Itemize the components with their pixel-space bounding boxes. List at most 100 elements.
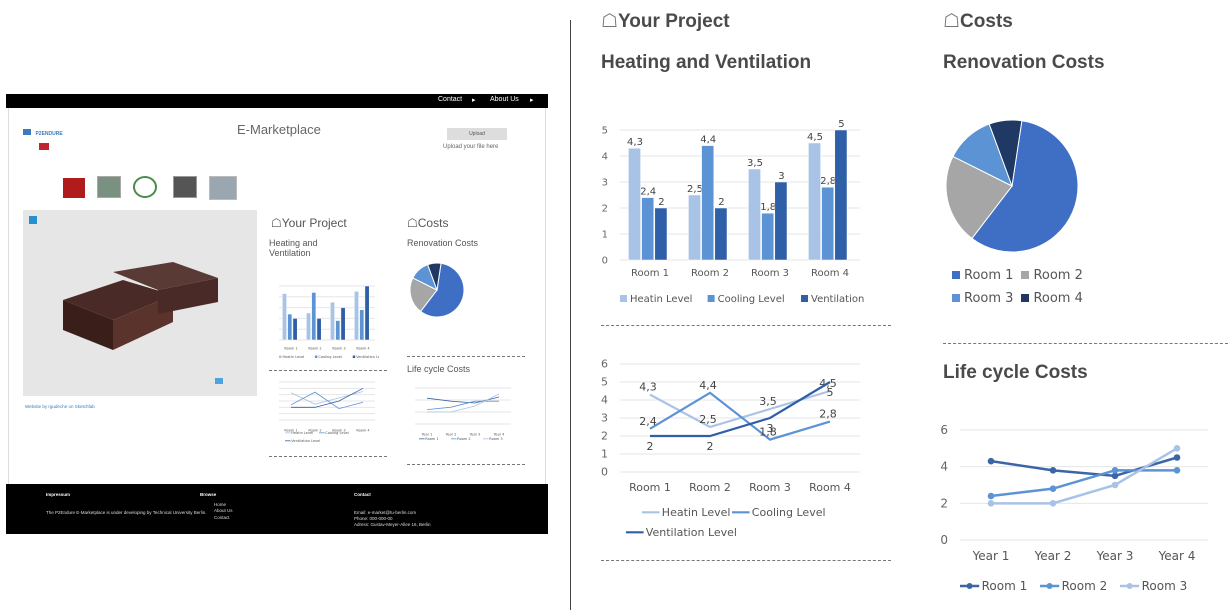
data-point	[987, 492, 995, 500]
x-tick-label: Year 1	[972, 549, 1010, 563]
data-point	[1111, 481, 1119, 489]
nav-contact-link[interactable]: Contact	[438, 96, 462, 103]
y-tick-label: 1	[601, 448, 608, 461]
data-point	[1173, 445, 1181, 452]
data-label: 2	[718, 197, 724, 208]
bar	[311, 292, 317, 341]
footer-email: Email: e-market@tu-berlin.com	[354, 510, 417, 515]
data-label: 3,5	[747, 158, 763, 169]
legend-entry: Room 3	[964, 291, 1014, 306]
data-label: 2,8	[819, 408, 837, 421]
series-line	[290, 391, 364, 405]
y-tick-label: 5	[601, 376, 608, 389]
upload-button[interactable]: Upload	[447, 128, 507, 140]
data-point	[1049, 485, 1057, 492]
legend-entry: Ventilation Level	[291, 439, 320, 443]
data-point	[1049, 500, 1057, 507]
legend-swatch	[352, 355, 356, 358]
x-tick-label: Room 4	[811, 268, 849, 279]
bar	[821, 186, 835, 261]
helmet-icon: ☖	[407, 216, 418, 230]
footer-address: Adress: Gustav-Meyer-Allee 16, Berlin	[354, 522, 431, 527]
x-tick-label: Room 3	[751, 268, 789, 279]
bar	[287, 313, 293, 341]
mini-bar-chart: 012345Room 1Room 2Room 3Room 4Heatin Lev…	[279, 285, 379, 359]
top-nav-bar: Contact ▸ About Us ▸	[6, 94, 548, 108]
recycle-icon[interactable]	[133, 176, 157, 198]
logo-mark-icon	[23, 129, 31, 135]
legend-swatch	[952, 294, 960, 302]
series-line	[427, 393, 500, 413]
x-tick-label: Room 4	[809, 481, 851, 494]
bar	[359, 309, 365, 341]
upload-hint: Upload your file here	[443, 144, 499, 150]
bar	[714, 207, 728, 261]
legend-row: Room 3 Room 4	[952, 291, 1091, 306]
legend-entry: Cooling Level	[318, 355, 341, 359]
data-point	[1173, 467, 1181, 474]
nav-about-link[interactable]: About Us	[490, 96, 519, 103]
footer-browse-heading: Browse	[200, 492, 217, 497]
legend-entry: Room 2	[1033, 268, 1083, 283]
x-tick-label: Room 2	[689, 481, 731, 494]
legend-marker	[1046, 583, 1053, 589]
viewer-logo-icon	[29, 216, 37, 224]
data-label: 2	[658, 197, 664, 208]
mini-pie-chart	[409, 262, 465, 318]
y-tick-label: 5	[602, 125, 608, 136]
data-label: 1,8	[760, 202, 776, 213]
x-tick-label: Room 1	[284, 347, 297, 351]
y-tick-label: 2	[602, 203, 608, 214]
data-point	[987, 500, 995, 507]
helmet-icon: ☖	[271, 216, 282, 230]
legend-entry: Room 4	[1033, 291, 1083, 306]
x-tick-label: Year 4	[494, 433, 506, 437]
x-tick-label: Year 2	[1034, 549, 1072, 563]
site-main: P2ENDURE E-Marketplace Upload Upload you…	[8, 108, 546, 484]
legend-entry: Cooling Level	[718, 294, 785, 305]
section-divider	[943, 343, 1228, 344]
y-tick-label: 3	[601, 412, 608, 425]
heating-bar-chart: 0123454,32,42Room 12,54,42Room 23,51,83R…	[602, 119, 866, 305]
x-tick-label: Room 2	[308, 347, 321, 351]
house-photo-icon[interactable]	[209, 176, 237, 200]
legend-swatch	[314, 355, 318, 358]
viewer-control-icon[interactable]	[215, 378, 223, 384]
footer-link-about[interactable]: About Us	[214, 508, 233, 513]
mini-costs-heading: ☖Costs	[407, 216, 449, 230]
series-line	[991, 447, 1178, 505]
helmet-icon: ☖	[943, 11, 961, 32]
website-screenshot: Contact ▸ About Us ▸ P2ENDURE E-Marketpl…	[6, 94, 548, 534]
x-tick-label: Room 3	[332, 347, 345, 351]
footer-link-contact[interactable]: Contact	[214, 515, 230, 520]
bar	[306, 312, 311, 341]
data-label: 2,8	[820, 176, 836, 187]
data-point	[1111, 467, 1119, 474]
legend-entry: Ventilation Level	[811, 294, 866, 305]
footer-link-home[interactable]: Home	[214, 502, 226, 507]
building-model	[63, 262, 218, 350]
factory-icon[interactable]	[63, 178, 85, 198]
helmet-icon: ☖	[601, 11, 619, 32]
legend-marker	[1126, 583, 1133, 589]
3d-model-viewer[interactable]	[23, 210, 257, 396]
data-label: 2	[647, 440, 654, 453]
mini-renovation-heading: Renovation Costs	[407, 238, 479, 248]
bar	[774, 181, 788, 261]
facade-photo-icon[interactable]	[173, 176, 197, 198]
legend-entry: Room 2	[1062, 579, 1108, 593]
building-photo-icon[interactable]	[97, 176, 121, 198]
legend-entry: Room 1	[425, 437, 438, 441]
lifecycle-heading: Life cycle Costs	[943, 362, 1088, 383]
legend-entry: Heatin Level	[662, 506, 731, 519]
y-tick-label: 1	[602, 229, 608, 240]
legend-swatch	[707, 295, 715, 302]
legend-entry: Ventilation Level	[356, 355, 379, 359]
model-credit-link[interactable]: Website by rgudeche on Sketchfab	[25, 404, 95, 409]
bar	[340, 307, 346, 341]
mini-lifecycle-chart: 0246Year 1Year 2Year 3Year 4Room 1Room 2…	[415, 387, 511, 441]
legend-swatch	[801, 295, 808, 302]
legend-entry: Room 3	[489, 437, 502, 441]
y-tick-label: 4	[940, 460, 948, 474]
legend-entry: Cooling Level	[752, 506, 826, 519]
